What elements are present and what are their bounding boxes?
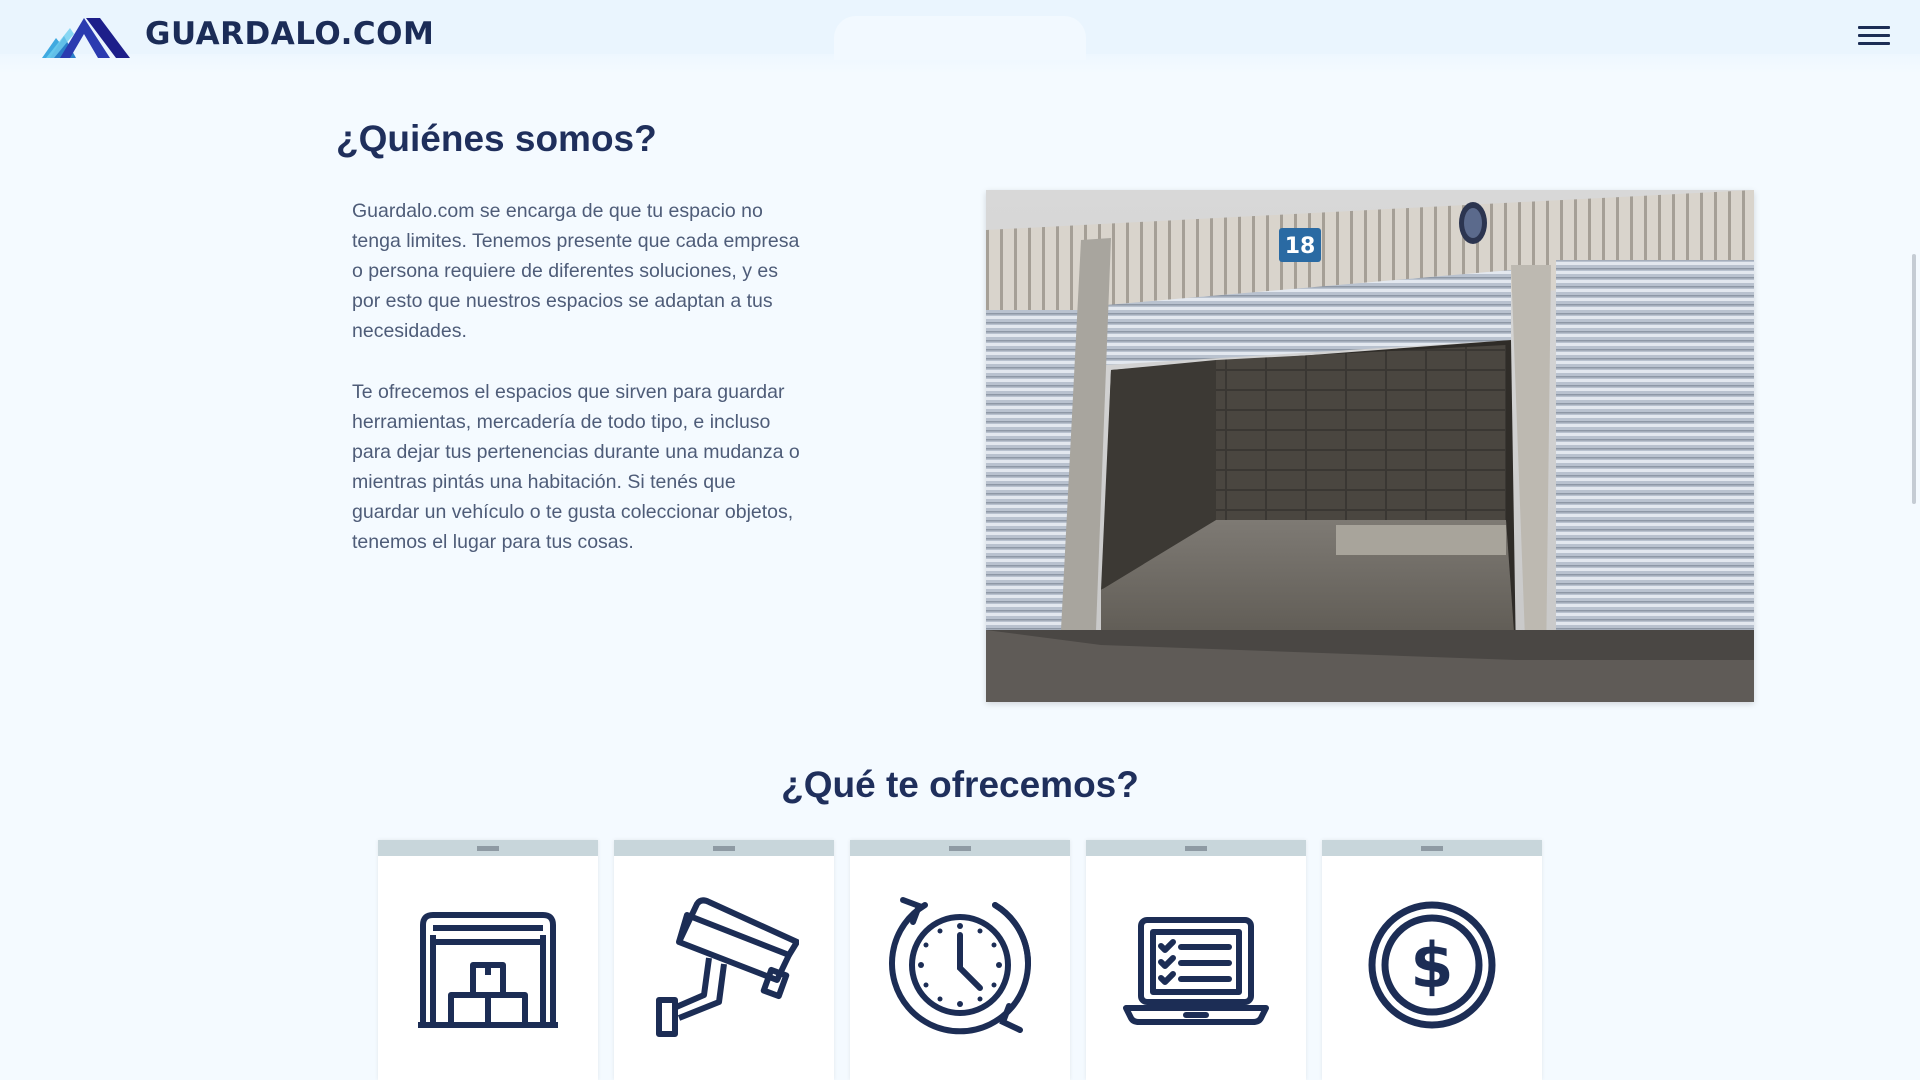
laptop-checklist-icon bbox=[1123, 917, 1269, 1025]
card-header-bar bbox=[614, 840, 834, 856]
dollar-coin-icon: $ bbox=[1368, 901, 1496, 1029]
offer-card-price[interactable]: $ bbox=[1322, 840, 1542, 1080]
about-title: ¿Quiénes somos? bbox=[336, 118, 657, 159]
storage-unit-icon bbox=[418, 912, 558, 1028]
card-header-bar bbox=[850, 840, 1070, 856]
offer-card-24h[interactable] bbox=[850, 840, 1070, 1080]
offer-title: ¿Qué te ofrecemos? bbox=[781, 764, 1139, 805]
hamburger-menu-icon[interactable] bbox=[1858, 26, 1890, 50]
about-text: Guardalo.com se encarga de que tu espaci… bbox=[352, 196, 807, 557]
unit-number: 18 bbox=[1285, 234, 1316, 259]
offer-card-storage[interactable] bbox=[378, 840, 598, 1080]
about-paragraph-2: Te ofrecemos el espacios que sirven para… bbox=[352, 381, 800, 553]
card-header-bar bbox=[1322, 840, 1542, 856]
header-tab[interactable]: Guardalo.com bbox=[834, 16, 1086, 60]
clock-24h-icon bbox=[889, 897, 1032, 1035]
offer-card-security[interactable] bbox=[614, 840, 834, 1080]
card-header-bar bbox=[378, 840, 598, 856]
brand-name[interactable]: GUARDALO.COM bbox=[145, 16, 434, 52]
about-paragraph-1: Guardalo.com se encarga de que tu espaci… bbox=[352, 200, 800, 342]
scrollbar-thumb[interactable] bbox=[1912, 254, 1916, 504]
storage-unit-photo: 18 bbox=[986, 190, 1754, 702]
card-header-bar bbox=[1086, 840, 1306, 856]
offer-card-online[interactable] bbox=[1086, 840, 1306, 1080]
header-tab-label: Guardalo.com bbox=[906, 28, 1014, 47]
svg-text:$: $ bbox=[1410, 929, 1453, 1002]
security-camera-icon bbox=[656, 897, 799, 1037]
guardalo-logo-icon[interactable] bbox=[40, 14, 130, 60]
